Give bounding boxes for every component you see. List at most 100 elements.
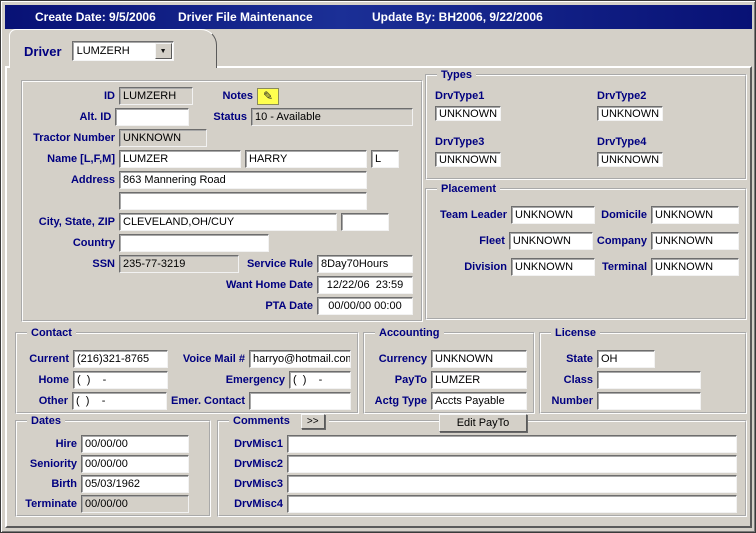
payto-field[interactable]: LUMZER: [431, 371, 527, 389]
drvtype2-field[interactable]: UNKNOWN: [597, 106, 663, 121]
tab-driver[interactable]: Driver LUMZERH ▼: [9, 29, 217, 68]
tractor-number-label: Tractor Number: [23, 129, 115, 147]
ssn-field[interactable]: 235-77-3219: [119, 255, 239, 273]
drvtype4-field[interactable]: UNKNOWN: [597, 152, 663, 167]
dates-group: Dates Hire 00/00/00 Seniority 00/00/00 B…: [15, 420, 211, 517]
drvtype1-field[interactable]: UNKNOWN: [435, 106, 501, 121]
currency-field[interactable]: UNKNOWN: [431, 350, 527, 368]
id-field[interactable]: LUMZERH: [119, 87, 193, 105]
drvmisc4-field[interactable]: [287, 495, 737, 513]
city-state-field[interactable]: CLEVELAND,OH/CUY: [119, 213, 337, 231]
birth-date-field[interactable]: 05/03/1962: [81, 475, 189, 493]
service-rule-label: Service Rule: [243, 255, 313, 273]
fleet-label: Fleet: [431, 232, 505, 250]
tractor-number-field[interactable]: UNKNOWN: [119, 129, 207, 147]
service-rule-field[interactable]: 8Day70Hours: [317, 255, 413, 273]
name-first-field[interactable]: HARRY: [245, 150, 367, 168]
fleet-field[interactable]: UNKNOWN: [509, 232, 593, 250]
want-home-date-label: Want Home Date: [23, 276, 313, 294]
current-phone-field[interactable]: (216)321-8765: [73, 350, 168, 368]
notes-icon[interactable]: ✎: [257, 88, 279, 105]
actg-type-label: Actg Type: [365, 392, 427, 410]
want-home-date-field[interactable]: 12/22/06 23:59: [317, 276, 413, 294]
drvmisc1-label: DrvMisc1: [219, 435, 283, 453]
license-state-field[interactable]: OH: [597, 350, 655, 368]
drvtype3-field[interactable]: UNKNOWN: [435, 152, 501, 167]
create-date-text: Create Date: 9/5/2006: [35, 5, 156, 29]
pta-date-field[interactable]: 00/00/00 00:00: [317, 297, 413, 315]
edit-payto-button[interactable]: Edit PayTo: [439, 414, 527, 432]
license-class-field[interactable]: [597, 371, 701, 389]
domicile-label: Domicile: [599, 206, 647, 224]
driver-info-box: ID LUMZERH Notes ✎ Alt. ID Status 10 - A…: [21, 80, 423, 322]
app-window: Create Date: 9/5/2006 Driver File Mainte…: [0, 0, 756, 533]
contact-group: Contact Current (216)321-8765 Voice Mail…: [15, 332, 359, 414]
currency-label: Currency: [365, 350, 427, 368]
home-phone-field[interactable]: ( ) -: [73, 371, 168, 389]
city-state-zip-label: City, State, ZIP: [23, 213, 115, 231]
accounting-group: Accounting Currency UNKNOWN PayTo LUMZER…: [363, 332, 535, 414]
team-leader-label: Team Leader: [431, 206, 507, 224]
name-last-field[interactable]: LUMZER: [119, 150, 241, 168]
contact-group-title: Contact: [27, 326, 76, 340]
company-field[interactable]: UNKNOWN: [651, 232, 739, 250]
chevron-down-icon: ▼: [160, 48, 167, 55]
country-field[interactable]: [119, 234, 269, 252]
drvmisc3-field[interactable]: [287, 475, 737, 493]
drvtype2-label: DrvType2: [597, 90, 745, 103]
accounting-group-title: Accounting: [375, 326, 444, 340]
address2-field[interactable]: [119, 192, 367, 210]
update-by-text: Update By: BH2006, 9/22/2006: [372, 5, 543, 29]
emergency-phone-label: Emergency: [172, 371, 285, 389]
terminal-field[interactable]: UNKNOWN: [651, 258, 739, 276]
comments-group: Comments >> DrvMisc1 DrvMisc2 DrvMisc3 D…: [217, 420, 747, 517]
id-label: ID: [23, 87, 115, 105]
comments-expand-button[interactable]: >>: [301, 414, 325, 429]
placement-group-title: Placement: [437, 182, 500, 196]
drvmisc2-field[interactable]: [287, 455, 737, 473]
drvmisc2-label: DrvMisc2: [219, 455, 283, 473]
address1-field[interactable]: 863 Mannering Road: [119, 171, 367, 189]
seniority-date-field[interactable]: 00/00/00: [81, 455, 189, 473]
terminate-date-field: 00/00/00: [81, 495, 189, 513]
pencil-icon: ✎: [263, 89, 273, 103]
other-phone-label: Other: [17, 392, 68, 410]
main-panel: ID LUMZERH Notes ✎ Alt. ID Status 10 - A…: [5, 66, 752, 528]
driver-combo-value: LUMZERH: [77, 45, 130, 57]
zip-field[interactable]: [341, 213, 389, 231]
name-middle-field[interactable]: L: [371, 150, 399, 168]
current-phone-label: Current: [17, 350, 69, 368]
emergency-phone-field[interactable]: ( ) -: [289, 371, 351, 389]
actg-type-field[interactable]: Accts Payable: [431, 392, 527, 410]
emer-contact-label: Emer. Contact: [171, 392, 245, 410]
voice-mail-field[interactable]: harryo@hotmail.com: [249, 350, 351, 368]
team-leader-field[interactable]: UNKNOWN: [511, 206, 595, 224]
domicile-field[interactable]: UNKNOWN: [651, 206, 739, 224]
license-class-label: Class: [541, 371, 593, 389]
alt-id-field[interactable]: [115, 108, 189, 126]
comments-group-title: Comments >>: [229, 414, 329, 429]
titlebar: Create Date: 9/5/2006 Driver File Mainte…: [5, 5, 752, 29]
drvmisc1-field[interactable]: [287, 435, 737, 453]
driver-combo-dropdown-button[interactable]: ▼: [155, 43, 172, 59]
license-number-field[interactable]: [597, 392, 701, 410]
driver-select-combo[interactable]: LUMZERH ▼: [72, 41, 174, 61]
emer-contact-field[interactable]: [249, 392, 351, 410]
license-group: License State OH Class Number: [539, 332, 747, 414]
pta-date-label: PTA Date: [23, 297, 313, 315]
voice-mail-label: Voice Mail #: [172, 350, 245, 368]
drvtype3-label: DrvType3: [435, 136, 583, 149]
other-phone-field[interactable]: ( ) -: [72, 392, 167, 410]
payto-label: PayTo: [365, 371, 427, 389]
division-field[interactable]: UNKNOWN: [511, 258, 595, 276]
company-label: Company: [597, 232, 647, 250]
name-label: Name [L,F,M]: [23, 150, 115, 168]
hire-date-field[interactable]: 00/00/00: [81, 435, 189, 453]
country-label: Country: [23, 234, 115, 252]
status-field: 10 - Available: [251, 108, 413, 126]
seniority-date-label: Seniority: [17, 455, 77, 473]
drvmisc4-label: DrvMisc4: [219, 495, 283, 513]
license-number-label: Number: [541, 392, 593, 410]
division-label: Division: [431, 258, 507, 276]
window-title: Driver File Maintenance: [178, 5, 313, 29]
